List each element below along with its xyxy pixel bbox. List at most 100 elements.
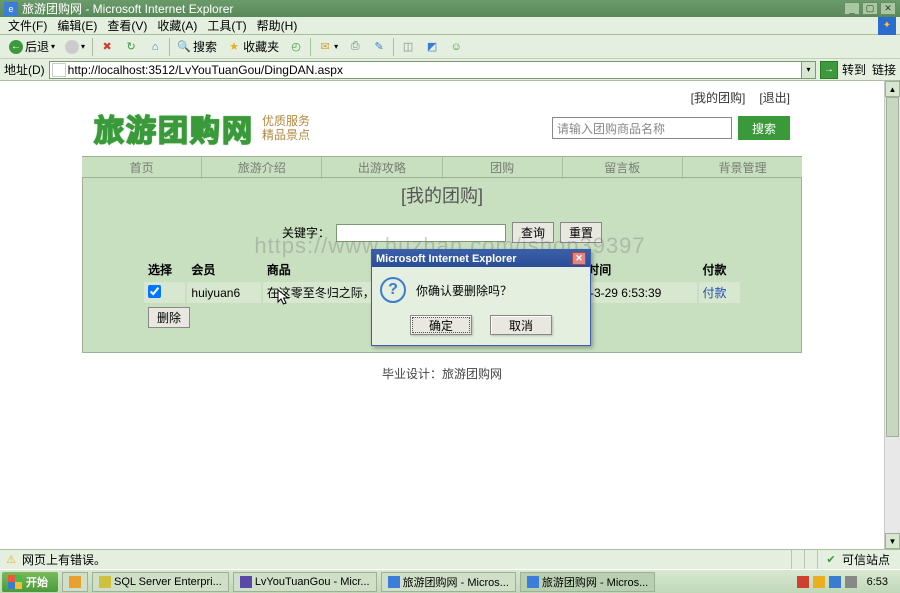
dropdown-icon: ▾	[51, 42, 55, 51]
status-section	[804, 550, 817, 569]
menu-help[interactable]: 帮助(H)	[253, 17, 302, 34]
tray-icon[interactable]	[797, 576, 809, 588]
status-bar: ⚠ 网页上有错误。 ✔ 可信站点	[0, 549, 900, 569]
favorites-button[interactable]: ★收藏夹	[223, 36, 283, 57]
page-icon	[52, 63, 66, 77]
question-icon: ?	[380, 277, 406, 303]
pay-link[interactable]: 付款	[703, 286, 727, 300]
nav-strategy[interactable]: 出游攻略	[322, 156, 442, 179]
window-favicon: e	[4, 2, 18, 16]
nav-intro[interactable]: 旅游介绍	[202, 156, 322, 179]
stop-button[interactable]: ✖	[96, 38, 118, 56]
col-select: 选择	[144, 259, 185, 280]
messenger-icon: ☺	[449, 40, 463, 54]
page-title: [我的团购]	[83, 178, 801, 214]
col-member: 会员	[187, 259, 260, 280]
dialog-close-button[interactable]: ✕	[572, 252, 586, 265]
scroll-up-arrow[interactable]: ▲	[885, 81, 900, 97]
nav-home[interactable]: 首页	[82, 156, 202, 179]
link-logout[interactable]: [退出]	[759, 89, 790, 106]
mail-icon: ✉	[318, 40, 332, 54]
dialog-message: 你确认要删除吗？	[416, 282, 512, 299]
menu-bar: 文件(F) 编辑(E) 查看(V) 收藏(A) 工具(T) 帮助(H) ✦	[0, 17, 900, 35]
reset-button[interactable]: 重置	[560, 222, 602, 243]
tray-icon[interactable]	[845, 576, 857, 588]
nav-group[interactable]: 团购	[443, 156, 563, 179]
ie-badge-icon: ✦	[878, 17, 896, 35]
menu-view[interactable]: 查看(V)	[103, 17, 151, 34]
search-icon: 🔍	[177, 40, 191, 54]
app-icon	[69, 576, 81, 588]
row-select-checkbox[interactable]	[148, 285, 161, 298]
start-button[interactable]: 开始	[2, 572, 58, 592]
site-search-input[interactable]: 请输入团购商品名称	[552, 117, 732, 139]
go-button[interactable]: →	[820, 61, 838, 79]
taskbar-item[interactable]: LvYouTuanGou - Micr...	[233, 572, 377, 592]
forward-button[interactable]: ▾	[61, 38, 89, 56]
stop-icon: ✖	[100, 40, 114, 54]
minimize-button[interactable]: _	[844, 2, 860, 15]
dropdown-icon: ▾	[81, 42, 85, 51]
keyword-input[interactable]	[336, 224, 506, 242]
scroll-thumb[interactable]	[886, 97, 899, 437]
site-slogan: 优质服务 精品景点	[262, 114, 310, 143]
print-button[interactable]: ⎙	[344, 38, 366, 56]
back-button[interactable]: ← 后退 ▾	[5, 36, 59, 57]
main-nav: 首页 旅游介绍 出游攻略 团购 留言板 背景管理	[82, 156, 802, 178]
confirm-dialog: Microsoft Internet Explorer ✕ ? 你确认要删除吗？…	[371, 249, 591, 346]
messenger-button[interactable]: ☺	[445, 38, 467, 56]
discuss-icon: ◫	[401, 40, 415, 54]
keyword-label: 关键字：	[282, 224, 330, 241]
research-icon: ◩	[425, 40, 439, 54]
nav-msg[interactable]: 留言板	[563, 156, 683, 179]
dialog-ok-button[interactable]: 确定	[410, 315, 472, 335]
mail-button[interactable]: ✉▾	[314, 38, 342, 56]
research-button[interactable]: ◩	[421, 38, 443, 56]
cell-member: huiyuan6	[187, 282, 260, 303]
address-input[interactable]	[68, 63, 799, 77]
query-button[interactable]: 查询	[512, 222, 554, 243]
address-label: 地址(D)	[4, 61, 45, 78]
star-icon: ★	[227, 40, 241, 54]
status-section	[791, 550, 804, 569]
menu-favorites[interactable]: 收藏(A)	[153, 17, 201, 34]
dialog-titlebar: Microsoft Internet Explorer ✕	[372, 250, 590, 267]
go-label: 转到	[842, 61, 866, 78]
address-input-wrap[interactable]	[49, 61, 802, 79]
taskbar-item-active[interactable]: 旅游团购网 - Micros...	[520, 572, 655, 592]
maximize-button[interactable]: ▢	[862, 2, 878, 15]
dialog-cancel-button[interactable]: 取消	[490, 315, 552, 335]
site-search-button[interactable]: 搜索	[738, 116, 790, 140]
taskbar-item[interactable]: 旅游团购网 - Micros...	[381, 572, 516, 592]
discuss-button[interactable]: ◫	[397, 38, 419, 56]
dialog-title: Microsoft Internet Explorer	[376, 253, 517, 265]
menu-file[interactable]: 文件(F)	[4, 17, 51, 34]
refresh-button[interactable]: ↻	[120, 38, 142, 56]
vertical-scrollbar[interactable]: ▲ ▼	[884, 81, 900, 549]
address-dropdown[interactable]: ▾	[802, 61, 816, 79]
forward-arrow-icon	[65, 40, 79, 54]
nav-bg[interactable]: 背景管理	[683, 156, 802, 179]
tray-icon[interactable]	[829, 576, 841, 588]
search-button[interactable]: 🔍搜索	[173, 36, 221, 57]
windows-icon	[8, 575, 22, 589]
trusted-icon: ✔	[824, 553, 838, 567]
taskbar: 开始 SQL Server Enterpri... LvYouTuanGou -…	[0, 569, 900, 593]
warning-icon: ⚠	[4, 553, 18, 567]
ie-icon	[388, 576, 400, 588]
close-button[interactable]: ✕	[880, 2, 896, 15]
edit-button[interactable]: ✎	[368, 38, 390, 56]
taskbar-clock[interactable]: 6:53	[861, 576, 894, 588]
links-label[interactable]: 链接	[872, 61, 896, 78]
tray-icon[interactable]	[813, 576, 825, 588]
menu-tools[interactable]: 工具(T)	[203, 17, 250, 34]
home-button[interactable]: ⌂	[144, 38, 166, 56]
scroll-down-arrow[interactable]: ▼	[885, 533, 900, 549]
taskbar-item[interactable]: SQL Server Enterpri...	[92, 572, 229, 592]
link-my-group[interactable]: [我的团购]	[691, 89, 746, 106]
menu-edit[interactable]: 编辑(E)	[53, 17, 101, 34]
quicklaunch[interactable]	[62, 572, 88, 592]
history-button[interactable]: ◴	[285, 38, 307, 56]
ie-icon	[527, 576, 539, 588]
delete-button[interactable]: 删除	[148, 307, 190, 328]
